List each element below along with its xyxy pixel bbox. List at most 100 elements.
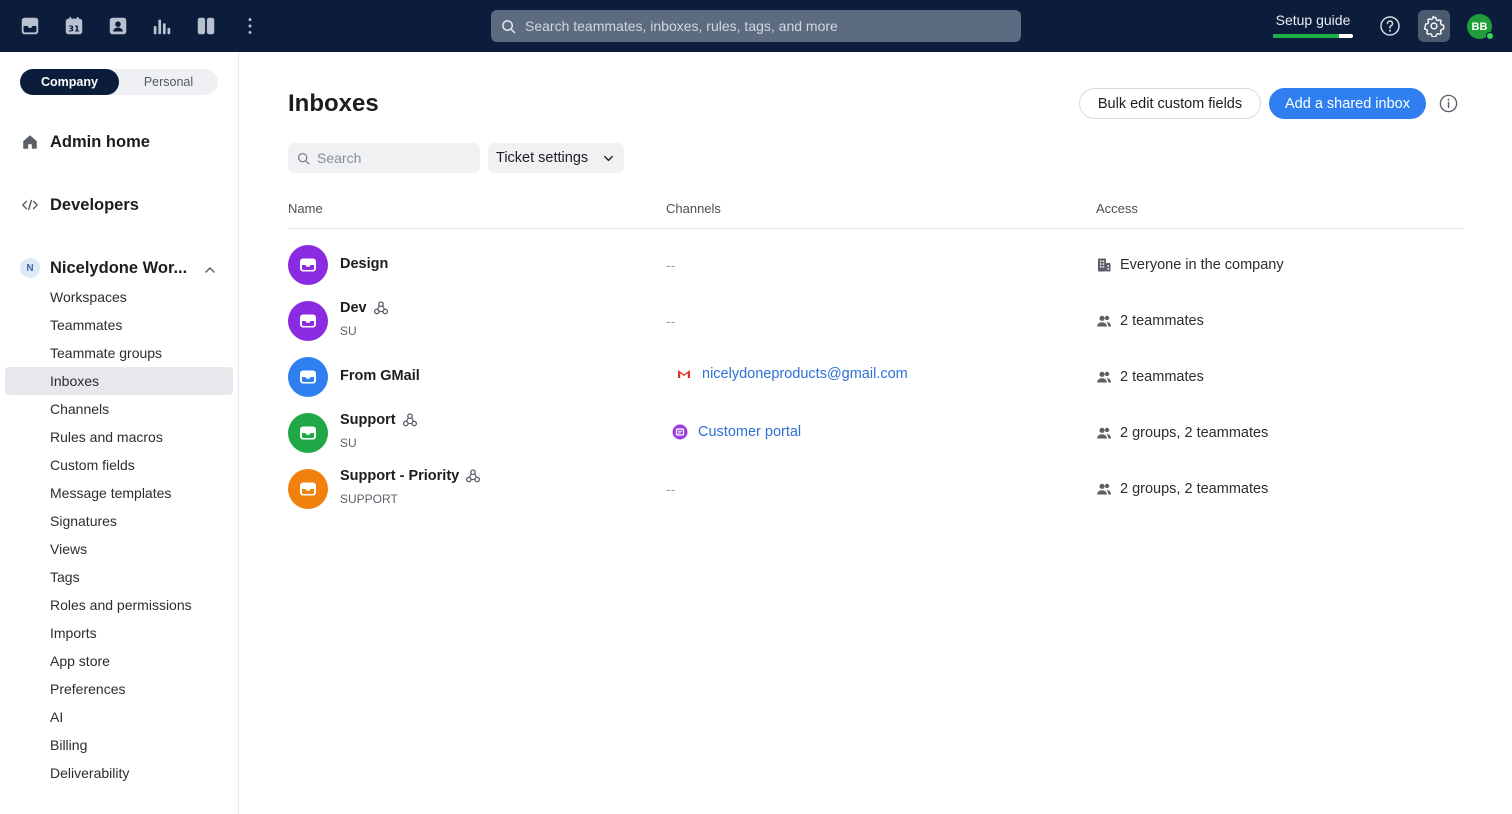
add-shared-inbox-button[interactable]: Add a shared inbox bbox=[1269, 88, 1426, 119]
inbox-name-label: Support bbox=[340, 412, 396, 428]
table-row[interactable]: Support SU Customer portal 2 groups, 2 team… bbox=[288, 412, 1464, 469]
channel-link[interactable]: Customer portal bbox=[672, 424, 801, 440]
sidebar-item-custom-fields[interactable]: Custom fields bbox=[5, 451, 233, 479]
sidebar-item-workspaces[interactable]: Workspaces bbox=[5, 283, 233, 311]
setup-guide-label: Setup guide bbox=[1275, 12, 1351, 28]
sidebar-item-teammates[interactable]: Teammates bbox=[5, 311, 233, 339]
bulk-edit-custom-fields-button[interactable]: Bulk edit custom fields bbox=[1079, 88, 1261, 119]
sidebar-item-imports[interactable]: Imports bbox=[5, 619, 233, 647]
workspace-badge-wrap: N bbox=[20, 258, 40, 278]
workspace-header[interactable]: N Nicelydone Wor... bbox=[20, 258, 187, 278]
access-label: Everyone in the company bbox=[1120, 257, 1284, 273]
users-icon bbox=[1096, 313, 1112, 329]
sidebar-item-message-templates[interactable]: Message templates bbox=[5, 479, 233, 507]
sidebar-item-label: Billing bbox=[50, 737, 88, 753]
sidebar-item-label: Workspaces bbox=[50, 289, 127, 305]
access-label: 2 groups, 2 teammates bbox=[1120, 425, 1269, 441]
access-cell: 2 teammates bbox=[1096, 313, 1204, 329]
inbox-name[interactable]: Dev bbox=[340, 300, 389, 316]
nav-developers[interactable]: Developers bbox=[20, 195, 139, 215]
inbox-subtitle: SU bbox=[340, 436, 357, 450]
sidebar-item-views[interactable]: Views bbox=[5, 535, 233, 563]
column-header-channels[interactable]: Channels bbox=[666, 201, 721, 216]
sidebar-item-signatures[interactable]: Signatures bbox=[5, 507, 233, 535]
column-header-access[interactable]: Access bbox=[1096, 201, 1138, 216]
nav-admin-home-label: Admin home bbox=[50, 132, 150, 151]
sidebar-item-billing[interactable]: Billing bbox=[5, 731, 233, 759]
more-vertical-icon[interactable] bbox=[238, 14, 262, 38]
toggle-personal[interactable]: Personal bbox=[119, 69, 218, 95]
building-icon bbox=[1096, 257, 1112, 273]
setup-progress-fill bbox=[1273, 34, 1339, 38]
inbox-avatar-icon bbox=[288, 301, 328, 341]
sidebar-item-app-store[interactable]: App store bbox=[5, 647, 233, 675]
top-bar: 31 Setup guide BB bbox=[0, 0, 1512, 52]
sidebar-item-label: Custom fields bbox=[50, 457, 135, 473]
search-icon bbox=[502, 19, 516, 33]
sidebar-item-label: App store bbox=[50, 653, 110, 669]
columns-icon[interactable] bbox=[194, 14, 218, 38]
sidebar-item-roles-and-permissions[interactable]: Roles and permissions bbox=[5, 591, 233, 619]
customer-portal-icon bbox=[672, 424, 688, 440]
inbox-name[interactable]: From GMail bbox=[340, 368, 420, 384]
company-personal-toggle: Company Personal bbox=[20, 69, 218, 95]
shared-inbox-icon bbox=[402, 412, 418, 428]
help-icon[interactable] bbox=[1378, 14, 1402, 38]
search-icon bbox=[297, 152, 310, 164]
users-icon bbox=[1096, 369, 1112, 385]
sidebar-item-rules-and-macros[interactable]: Rules and macros bbox=[5, 423, 233, 451]
online-status-dot bbox=[1486, 32, 1494, 40]
channel-label: nicelydoneproducts@gmail.com bbox=[702, 366, 908, 382]
contacts-icon[interactable] bbox=[106, 14, 130, 38]
sidebar-item-tags[interactable]: Tags bbox=[5, 563, 233, 591]
chevron-up-icon[interactable] bbox=[204, 263, 216, 275]
column-header-name[interactable]: Name bbox=[288, 201, 323, 216]
table-row[interactable]: Design -- Everyone in the company bbox=[288, 245, 1464, 301]
sidebar-item-teammate-groups[interactable]: Teammate groups bbox=[5, 339, 233, 367]
workspace-badge: N bbox=[20, 258, 40, 278]
ticket-settings-label: Ticket settings bbox=[496, 150, 589, 166]
gear-icon bbox=[1423, 15, 1445, 37]
table-row[interactable]: Dev SU -- 2 teammates bbox=[288, 300, 1464, 357]
inbox-name[interactable]: Design bbox=[340, 256, 388, 272]
table-row[interactable]: From GMail nicelydoneproducts@gmail.com 2 … bbox=[288, 357, 1464, 413]
global-search-input[interactable] bbox=[525, 18, 1005, 34]
sidebar-item-label: Rules and macros bbox=[50, 429, 163, 445]
access-cell: 2 groups, 2 teammates bbox=[1096, 425, 1268, 441]
nav-admin-home[interactable]: Admin home bbox=[20, 132, 150, 152]
channel-link[interactable]: nicelydoneproducts@gmail.com bbox=[676, 366, 908, 382]
code-icon bbox=[20, 195, 40, 215]
ticket-settings-dropdown[interactable]: Ticket settings bbox=[488, 143, 624, 173]
inbox-name-label: Design bbox=[340, 256, 389, 272]
sidebar-item-inboxes[interactable]: Inboxes bbox=[5, 367, 233, 395]
settings-button[interactable] bbox=[1418, 10, 1450, 42]
table-row[interactable]: Support - Priority SUPPORT -- 2 groups, 2 t… bbox=[288, 468, 1464, 525]
sidebar-item-label: Channels bbox=[50, 401, 110, 417]
inbox-avatar-icon bbox=[288, 357, 328, 397]
sidebar-item-ai[interactable]: AI bbox=[5, 703, 233, 731]
toggle-company[interactable]: Company bbox=[20, 69, 119, 95]
inbox-icon[interactable] bbox=[18, 14, 42, 38]
users-icon bbox=[1096, 481, 1112, 497]
sidebar-item-channels[interactable]: Channels bbox=[5, 395, 233, 423]
inbox-avatar-icon bbox=[288, 413, 328, 453]
inbox-name[interactable]: Support - Priority bbox=[340, 468, 481, 484]
user-avatar[interactable]: BB bbox=[1467, 14, 1494, 40]
sidebar-item-preferences[interactable]: Preferences bbox=[5, 675, 233, 703]
inbox-search[interactable] bbox=[288, 143, 480, 173]
inbox-search-input[interactable] bbox=[317, 150, 477, 166]
inbox-avatar-icon bbox=[288, 469, 328, 509]
access-cell: 2 teammates bbox=[1096, 369, 1204, 385]
calendar-icon[interactable]: 31 bbox=[62, 14, 86, 38]
nav-developers-label: Developers bbox=[50, 195, 139, 214]
inbox-subtitle: SU bbox=[340, 324, 357, 338]
workspace-name: Nicelydone Wor... bbox=[50, 258, 188, 277]
channel-empty: -- bbox=[666, 257, 676, 273]
gmail-icon bbox=[676, 366, 692, 382]
info-icon[interactable] bbox=[1438, 93, 1459, 114]
global-search[interactable] bbox=[491, 10, 1021, 42]
setup-guide-button[interactable]: Setup guide bbox=[1272, 12, 1354, 40]
analytics-icon[interactable] bbox=[150, 14, 174, 38]
sidebar-item-deliverability[interactable]: Deliverability bbox=[5, 759, 233, 787]
inbox-name[interactable]: Support bbox=[340, 412, 418, 428]
